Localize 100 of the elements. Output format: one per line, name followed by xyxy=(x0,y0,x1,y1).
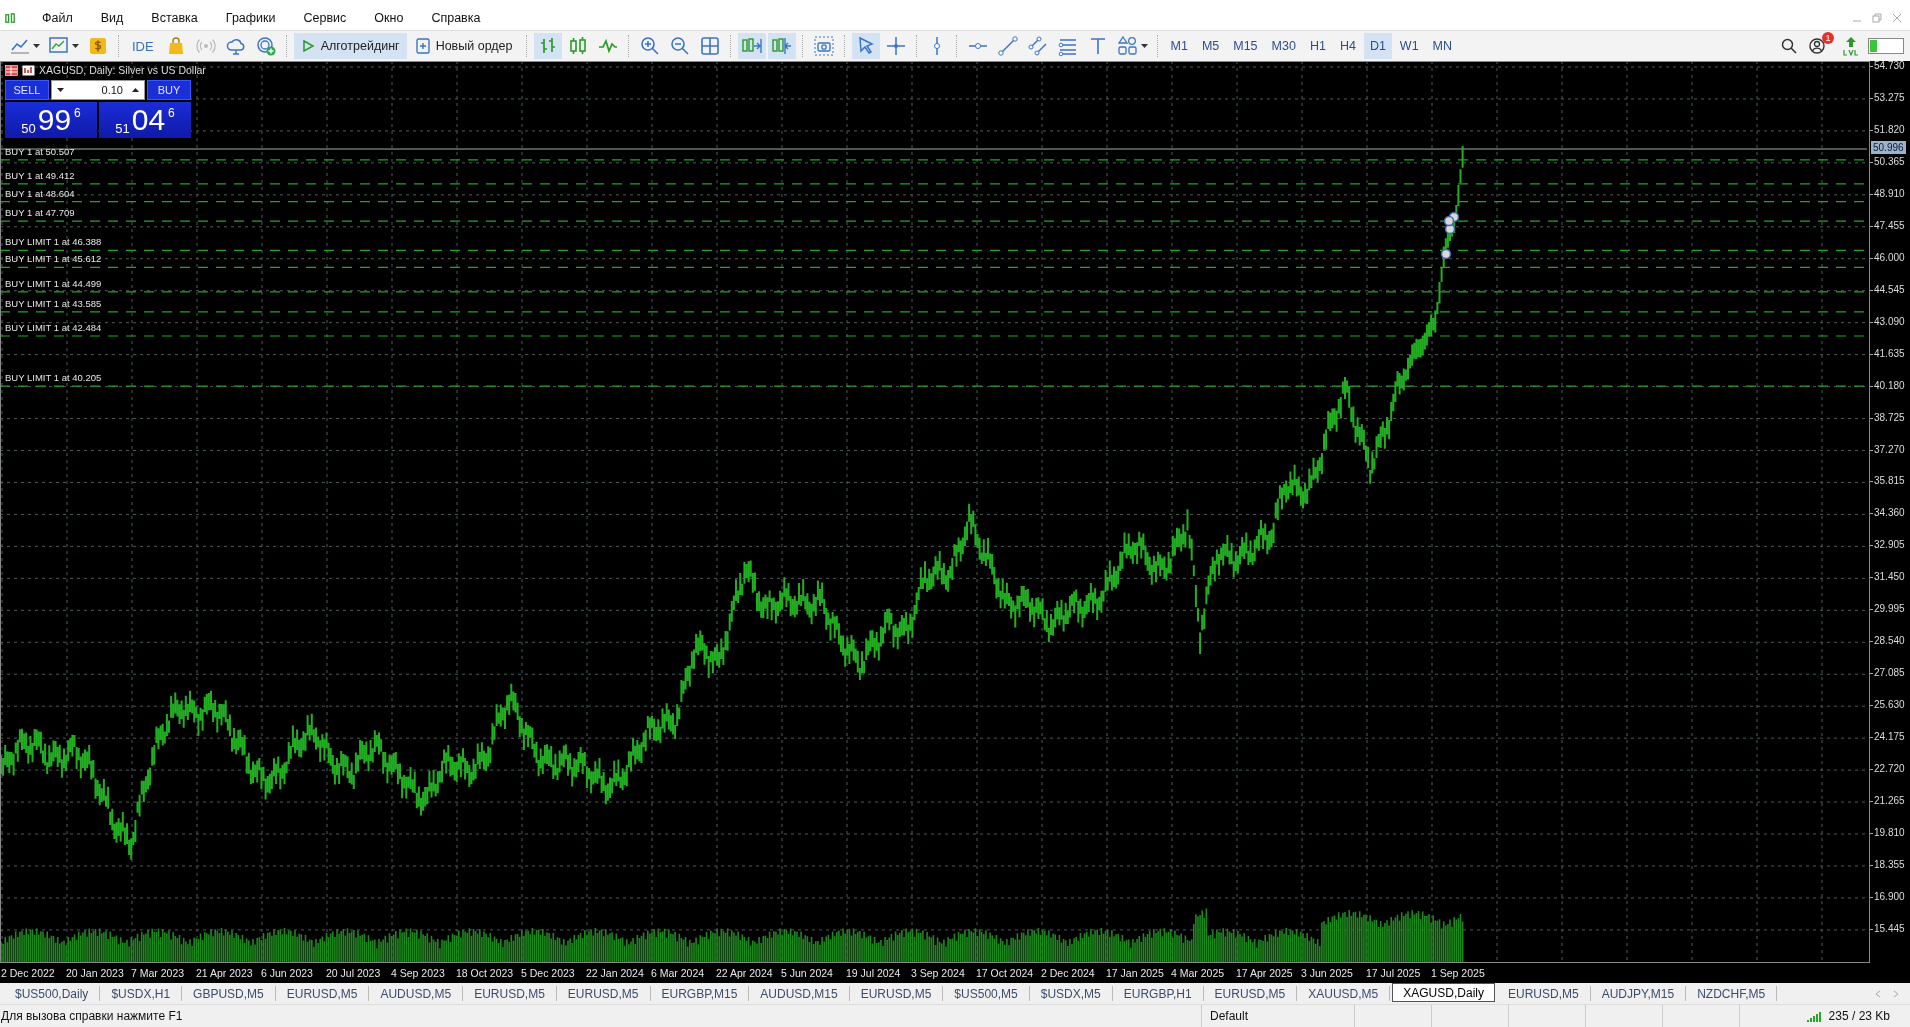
chart-tab[interactable]: $USDX,H1 xyxy=(100,986,183,1001)
date-axis-label: 5 Dec 2023 xyxy=(521,967,576,979)
current-price-label: 50.996 xyxy=(1871,141,1906,154)
chart-tab[interactable]: EURUSD,M5 xyxy=(849,986,944,1001)
traffic-reading: 235 / 23 Kb xyxy=(1828,1009,1890,1023)
menu-item[interactable]: Графики xyxy=(210,11,289,25)
date-axis-label: 17 Apr 2025 xyxy=(1236,967,1294,979)
restore-icon[interactable] xyxy=(1872,13,1882,23)
menu-item[interactable]: Файл xyxy=(27,11,86,25)
date-axis-label: 2 Dec 2024 xyxy=(1041,967,1096,979)
price-pips: 99 xyxy=(37,104,72,136)
price-fraction: 6 xyxy=(74,106,81,120)
date-axis-label: 18 Oct 2023 xyxy=(456,967,515,979)
horizontal-line-icon xyxy=(966,43,989,49)
cursor-button[interactable] xyxy=(851,33,880,59)
date-axis-label: 20 Jul 2023 xyxy=(326,967,382,979)
connection-signal-icon xyxy=(1806,1010,1823,1022)
order-label: BUY LIMIT 1 at 43.585 xyxy=(5,297,102,309)
menu-item[interactable]: Справка xyxy=(416,11,494,25)
date-axis-label: 21 Apr 2023 xyxy=(196,967,254,979)
date-axis-label: 1 Sep 2025 xyxy=(1431,967,1486,979)
caret-icon xyxy=(72,43,79,49)
chart-tab[interactable]: XAUUSD,M5 xyxy=(1297,986,1391,1001)
date-axis-label: 22 Apr 2024 xyxy=(716,967,774,979)
volume-spinner[interactable]: 0.10 xyxy=(51,80,145,100)
camera-icon xyxy=(812,35,835,57)
chart-tab[interactable]: EURUSD,M5 xyxy=(463,986,557,1001)
channel-icon xyxy=(1026,35,1049,57)
level-up-icon xyxy=(1842,35,1860,57)
date-axis-label: 4 Mar 2025 xyxy=(1171,967,1226,979)
menu-item[interactable]: Сервис xyxy=(288,11,360,25)
notification-badge: 1 xyxy=(1822,32,1834,44)
menu-item[interactable]: Вставка xyxy=(136,11,211,25)
down-arrow-icon xyxy=(56,87,65,93)
new-order-button[interactable]: Новый ордер xyxy=(408,33,520,59)
date-axis-label: 5 Jun 2024 xyxy=(781,967,834,979)
menu-item[interactable]: Вид xyxy=(85,11,137,25)
order-label: BUY 1 at 50.507 xyxy=(5,145,75,157)
buy-button[interactable]: BUY xyxy=(147,80,191,100)
chart-tab[interactable]: AUDJPY,M15 xyxy=(1590,986,1687,1001)
chart-tab[interactable]: EURGBP,M15 xyxy=(650,986,750,1001)
chart-tab[interactable]: AUDUSD,M15 xyxy=(749,986,850,1001)
chart-tab[interactable]: $USDX,M5 xyxy=(1029,986,1113,1001)
chart-tab[interactable]: $US500,Daily xyxy=(4,986,101,1001)
chart-tab[interactable]: EURUSD,M5 xyxy=(1496,986,1591,1001)
date-axis-label: 2 Dec 2022 xyxy=(1,967,56,979)
sell-button[interactable]: SELL xyxy=(5,80,49,100)
chart-tab[interactable]: EURUSD,M5 xyxy=(275,986,370,1001)
crosshair-icon xyxy=(884,35,907,57)
close-icon[interactable] xyxy=(1892,13,1902,23)
chart-tab[interactable]: AUDUSD,M5 xyxy=(369,986,464,1001)
search-icon xyxy=(1780,37,1798,55)
user-icon xyxy=(1808,37,1826,55)
chart-tab[interactable]: EURUSD,M5 xyxy=(1203,986,1298,1001)
trade-markers-drawing xyxy=(1440,211,1460,260)
price-fraction: 6 xyxy=(168,106,175,120)
vertical-line-icon xyxy=(933,35,940,57)
chart-window-icon xyxy=(22,64,35,76)
auto-scroll-button[interactable] xyxy=(737,33,766,59)
date-axis-label: 3 Jun 2025 xyxy=(1301,967,1354,979)
battery-meter-icon xyxy=(1868,38,1904,54)
document-plus-icon xyxy=(415,38,430,54)
algo-trading-button[interactable]: Алготрейдинг xyxy=(293,33,407,59)
ide-button[interactable]: IDE xyxy=(126,33,160,59)
timeframe-button[interactable]: W1 xyxy=(1393,33,1425,59)
chart-shift-button[interactable] xyxy=(767,33,796,59)
timeframe-button[interactable]: M5 xyxy=(1195,33,1226,59)
timeframe-button[interactable]: D1 xyxy=(1363,33,1392,59)
timeframe-button[interactable]: M1 xyxy=(1164,33,1194,59)
scroll-left-icon[interactable] xyxy=(1874,989,1882,998)
chart-tab[interactable]: $US500,M5 xyxy=(943,986,1030,1001)
table-icon xyxy=(5,64,18,76)
chart-tab[interactable]: XAGUSD,Daily xyxy=(1392,983,1495,1002)
globe-plus-icon xyxy=(254,35,277,57)
order-label: BUY LIMIT 1 at 45.612 xyxy=(5,253,102,265)
timeframe-button[interactable]: H4 xyxy=(1333,33,1362,59)
menu-item[interactable]: Окно xyxy=(359,11,417,25)
shapes-icon xyxy=(1116,35,1139,57)
chart-tab[interactable]: EURGBP,H1 xyxy=(1112,986,1204,1001)
profile-name: Default xyxy=(1201,1005,1354,1027)
date-axis-label: 17 Oct 2024 xyxy=(976,967,1035,979)
timeframe-button[interactable]: M30 xyxy=(1265,33,1302,59)
date-axis-label: 3 Sep 2024 xyxy=(911,967,966,979)
timeframe-button[interactable]: MN xyxy=(1426,33,1459,59)
chart-tab[interactable]: NZDCHF,M5 xyxy=(1686,986,1778,1001)
zoom-in-icon xyxy=(638,35,661,57)
timeframe-button[interactable]: M15 xyxy=(1227,33,1264,59)
timeframe-button[interactable]: H1 xyxy=(1303,33,1332,59)
chart-tab[interactable]: GBPUSD,M5 xyxy=(182,986,276,1001)
order-label: BUY 1 at 47.709 xyxy=(5,207,75,219)
price-prefix: 51 xyxy=(115,121,130,136)
price-pips: 04 xyxy=(131,104,166,136)
date-axis-label: 6 Jun 2023 xyxy=(261,967,314,979)
grid-icon xyxy=(698,35,721,57)
chart-tab[interactable]: EURUSD,M5 xyxy=(556,986,651,1001)
bar-chart-button[interactable] xyxy=(533,33,562,59)
order-label: BUY LIMIT 1 at 40.205 xyxy=(5,372,102,384)
scroll-right-icon[interactable] xyxy=(1892,989,1900,998)
chart-symbol-title: XAGUSD, Daily: Silver vs US Dollar xyxy=(39,64,206,76)
date-axis-label: 4 Sep 2023 xyxy=(391,967,446,979)
